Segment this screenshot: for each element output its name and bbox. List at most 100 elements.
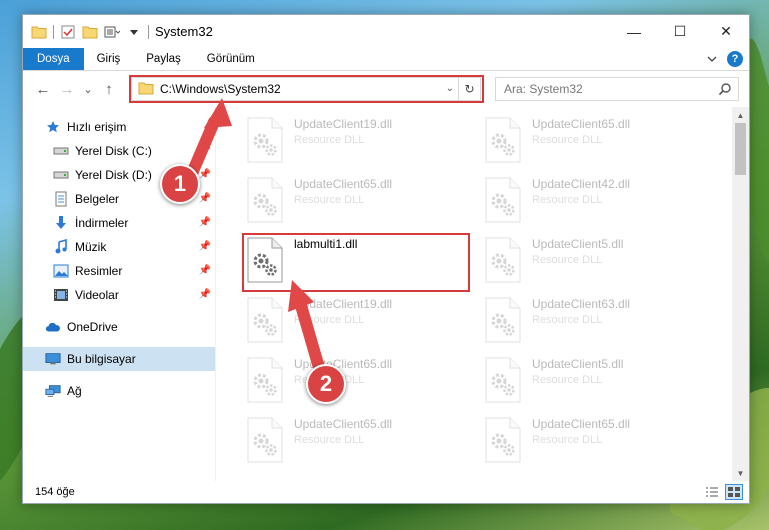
file-name: UpdateClient5.dll	[532, 237, 624, 251]
file-info: UpdateClient65.dll Resource DLL	[294, 413, 392, 446]
sidebar-item-label: Yerel Disk (C:)	[75, 144, 152, 158]
navigation-pane: Hızlı erişim Yerel Disk (C:) 📌 Yerel Dis…	[23, 107, 216, 481]
toolbar-dropdown-icon[interactable]	[126, 24, 142, 40]
sidebar-item-local-disk-c[interactable]: Yerel Disk (C:) 📌	[23, 139, 215, 163]
dll-file-icon	[482, 357, 524, 403]
dll-file-icon	[244, 417, 286, 463]
address-dropdown-icon[interactable]: ⌄	[446, 83, 454, 94]
tab-share[interactable]: Paylaş	[133, 48, 194, 70]
scroll-up-icon[interactable]: ▲	[732, 107, 749, 123]
window-title: System32	[155, 24, 213, 39]
sidebar-item-label: Bu bilgisayar	[67, 352, 136, 366]
dll-file-icon	[244, 297, 286, 343]
pin-icon[interactable]: 📌	[199, 193, 211, 204]
file-tile[interactable]: UpdateClient5.dll Resource DLL	[482, 353, 702, 411]
refresh-button[interactable]: ↻	[458, 78, 480, 100]
sidebar-item-network[interactable]: Ağ	[23, 379, 215, 403]
file-info: UpdateClient65.dll Resource DLL	[532, 113, 630, 146]
pin-icon[interactable]: 📌	[199, 169, 211, 180]
sidebar-item-quick-access[interactable]: Hızlı erişim	[23, 115, 215, 139]
file-info: UpdateClient65.dll Resource DLL	[532, 413, 630, 446]
sidebar-item-this-pc[interactable]: Bu bilgisayar	[23, 347, 215, 371]
minimize-button[interactable]: —	[611, 15, 657, 48]
file-tile[interactable]: UpdateClient65.dllResource DLL	[482, 413, 702, 471]
file-name: UpdateClient65.dll	[294, 177, 393, 191]
sidebar-item-label: OneDrive	[67, 320, 118, 334]
forward-button[interactable]: →	[55, 81, 79, 98]
back-button[interactable]: ←	[31, 81, 55, 98]
tab-file[interactable]: Dosya	[23, 48, 84, 70]
file-name: UpdateClient63.dll	[532, 297, 631, 311]
file-name: UpdateClient65.dll	[532, 117, 631, 131]
pin-icon[interactable]: 📌	[199, 217, 211, 228]
help-icon[interactable]: ?	[727, 51, 743, 67]
sidebar-item-label: Hızlı erişim	[67, 120, 127, 134]
pin-icon[interactable]: 📌	[199, 289, 211, 300]
tab-view[interactable]: Görünüm	[194, 48, 268, 70]
sidebar-item-pictures[interactable]: Resimler 📌	[23, 259, 215, 283]
tab-home[interactable]: Giriş	[84, 48, 134, 70]
file-type: Resource DLL	[532, 434, 603, 446]
recent-locations-button[interactable]: ⌄	[79, 83, 97, 96]
sidebar-item-label: İndirmeler	[75, 216, 129, 230]
file-tile[interactable]: UpdateClient65.dll Resource DLL	[244, 413, 464, 471]
properties-icon[interactable]	[60, 24, 76, 40]
search-input[interactable]: Ara: System32	[504, 82, 583, 96]
search-box[interactable]: Ara: System32	[495, 77, 739, 101]
file-tile[interactable]: UpdateClient65.dllResource DLL	[482, 113, 702, 171]
drive-icon	[53, 167, 69, 183]
explorer-body: Hızlı erişim Yerel Disk (C:) 📌 Yerel Dis…	[23, 107, 749, 481]
large-icons-view-icon[interactable]	[725, 484, 743, 500]
vertical-scrollbar[interactable]: ▲ ▼	[732, 107, 749, 481]
dll-file-icon	[244, 177, 286, 223]
file-info: UpdateClient63.dll Resource DLL	[532, 293, 630, 326]
file-tile[interactable]: UpdateClient5.dll Resource DLL	[482, 233, 702, 291]
file-tile[interactable]: UpdateClient19.dll Resource DLL	[244, 293, 464, 351]
file-type: Resource DLL	[294, 434, 365, 446]
customize-toolbar-icon[interactable]	[104, 24, 120, 40]
dll-file-icon	[244, 237, 286, 283]
file-info: UpdateClient5.dll Resource DLL	[532, 233, 623, 266]
pin-icon[interactable]: 📌	[199, 241, 211, 252]
explorer-window: System32 — ☐ ✕ Dosya Giriş Paylaş Görünü…	[22, 14, 750, 504]
dll-file-icon	[244, 357, 286, 403]
sidebar-item-label: Videolar	[75, 288, 119, 302]
sidebar-item-music[interactable]: Müzik 📌	[23, 235, 215, 259]
expand-ribbon-icon[interactable]	[707, 52, 717, 66]
details-view-icon[interactable]	[703, 484, 721, 500]
close-button[interactable]: ✕	[703, 15, 749, 48]
maximize-button[interactable]: ☐	[657, 15, 703, 48]
sidebar-item-label: Belgeler	[75, 192, 120, 206]
file-type: Resource DLL	[532, 374, 603, 386]
status-bar: 154 öğe	[23, 481, 749, 503]
sidebar-item-onedrive[interactable]: OneDrive	[23, 315, 215, 339]
file-tile[interactable]: UpdateClient65.dllResource DLL	[244, 353, 464, 411]
file-name: labmulti1.dll	[294, 237, 358, 251]
dll-file-icon	[244, 117, 286, 163]
file-tile[interactable]: UpdateClient63.dll Resource DLL	[482, 293, 702, 351]
new-folder-icon[interactable]	[82, 24, 98, 40]
scroll-down-icon[interactable]: ▼	[732, 465, 749, 481]
file-name: UpdateClient65.dll	[294, 417, 393, 431]
window-controls: — ☐ ✕	[611, 15, 749, 48]
up-button[interactable]: ↑	[97, 81, 121, 98]
toolbar-separator	[53, 24, 54, 39]
sidebar-item-videos[interactable]: Videolar 📌	[23, 283, 215, 307]
file-tile[interactable]: UpdateClient65.dllResource DLL	[244, 173, 464, 231]
file-type: Resource DLL	[294, 314, 365, 326]
sidebar-item-downloads[interactable]: İndirmeler 📌	[23, 211, 215, 235]
file-tile[interactable]: labmulti1.dll	[244, 233, 464, 291]
address-bar[interactable]: C:\Windows\System32 ⌄ ↻	[131, 77, 481, 101]
address-path[interactable]: C:\Windows\System32	[160, 82, 281, 96]
search-icon[interactable]	[718, 82, 732, 99]
file-tile[interactable]: UpdateClient19.dll Resource DLL	[244, 113, 464, 171]
pin-icon[interactable]: 📌	[199, 145, 211, 156]
file-tile[interactable]: UpdateClient42.dll Resource DLL	[482, 173, 702, 231]
navigation-bar: ← → ⌄ ↑ C:\Windows\System32 ⌄ ↻ Ara: Sys…	[23, 71, 749, 107]
computer-icon	[45, 351, 61, 367]
pictures-icon	[53, 263, 69, 279]
scrollbar-thumb[interactable]	[735, 123, 746, 175]
pin-icon[interactable]: 📌	[199, 265, 211, 276]
file-info: labmulti1.dll	[294, 233, 357, 254]
